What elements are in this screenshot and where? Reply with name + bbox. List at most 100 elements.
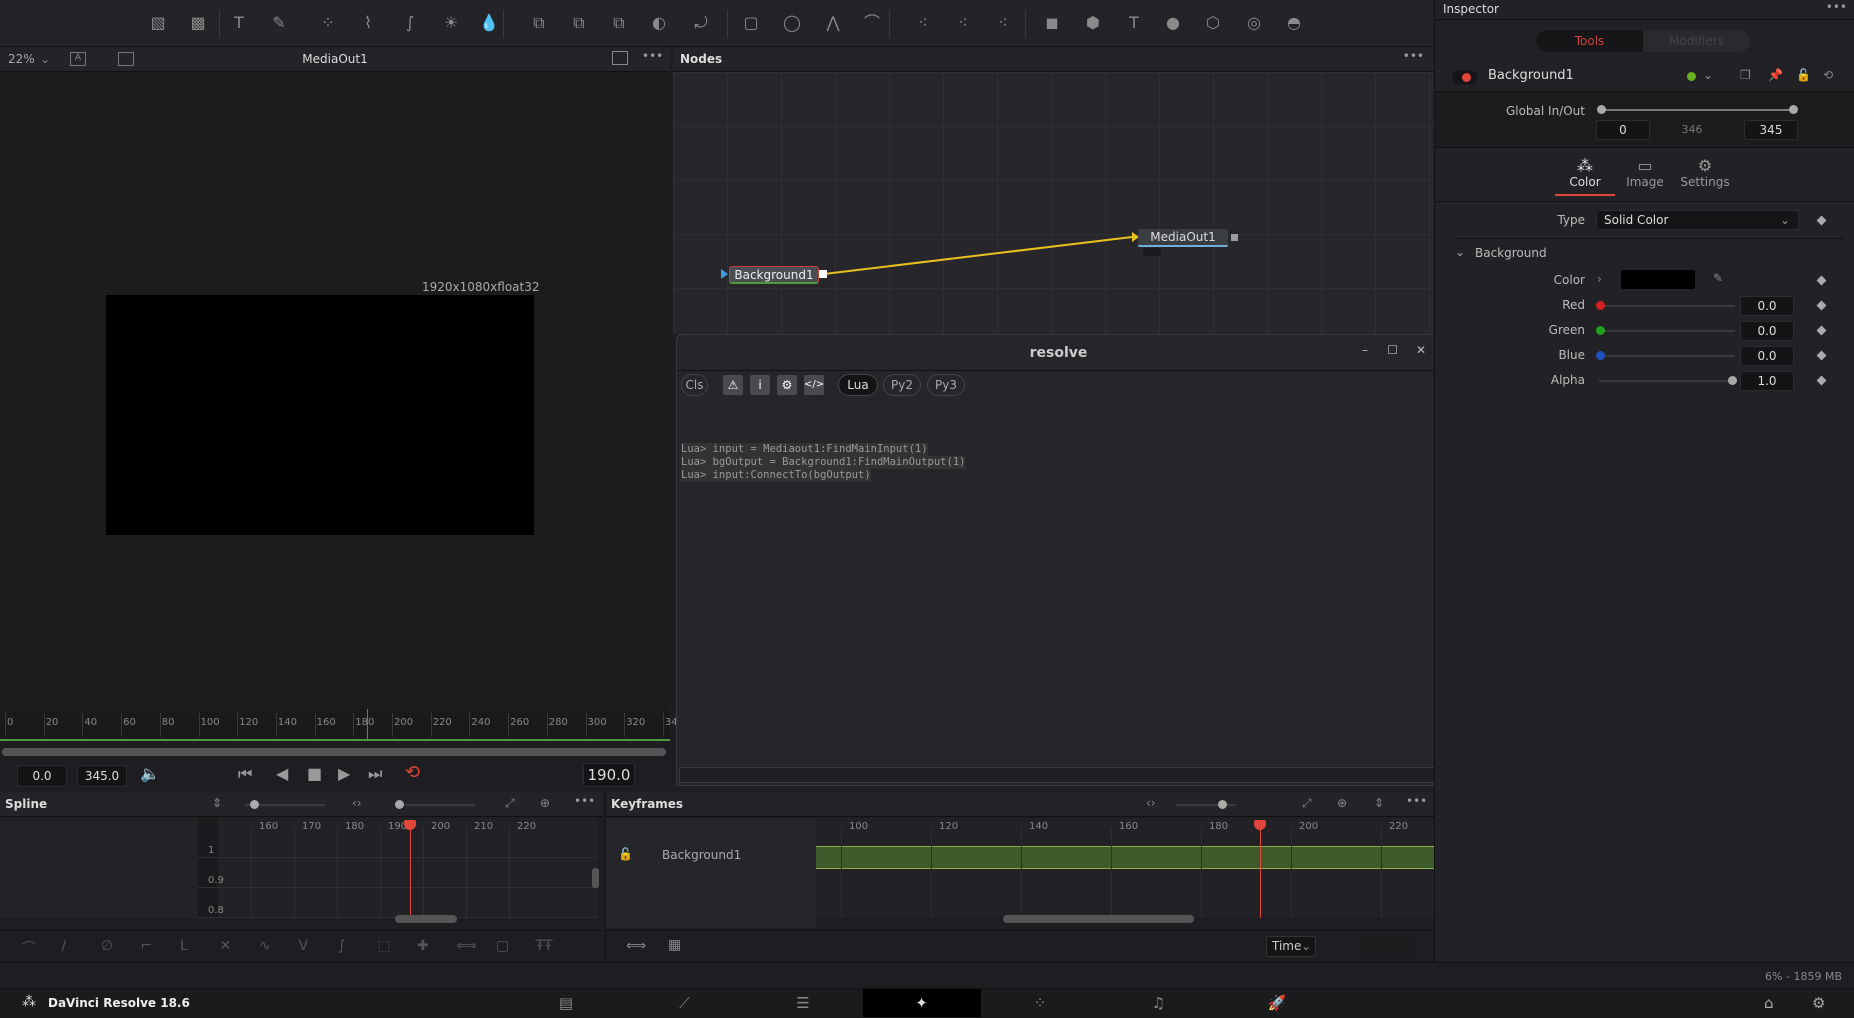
reduce-points-icon[interactable]: ŦŦ [536, 938, 553, 954]
keyframes-timeline[interactable]: 100 120 140 160 180 200 220 [816, 818, 1434, 918]
track-name[interactable]: Background1 [662, 848, 741, 862]
audio-icon[interactable]: 🔈 [140, 764, 160, 783]
red-value[interactable]: 0.0 [1740, 296, 1794, 316]
merge-icon[interactable]: ⧉ [528, 12, 550, 34]
spline-tree[interactable] [0, 818, 198, 918]
transform-icon[interactable]: ⤾ [690, 12, 712, 34]
pimage-icon[interactable]: ⁖ [992, 12, 1014, 34]
blue-value[interactable]: 0.0 [1740, 346, 1794, 366]
background-icon[interactable]: ▧ [147, 12, 169, 34]
vertical-zoom-icon[interactable]: ⇕ [212, 796, 222, 810]
slider-knob[interactable] [1596, 351, 1605, 360]
node-background1[interactable]: Background1 [729, 266, 819, 284]
loop-icon[interactable]: ⟲ [405, 762, 420, 783]
blue-slider[interactable] [1599, 355, 1735, 357]
go-to-start-icon[interactable]: ⏮ [238, 764, 252, 784]
more-icon[interactable]: ••• [642, 49, 663, 63]
global-in-field[interactable]: 0 [1596, 120, 1650, 140]
play-reverse-icon[interactable]: ◀ [276, 764, 288, 783]
slider-knob[interactable] [1596, 326, 1605, 335]
text3d-icon[interactable]: T [1123, 12, 1145, 34]
gear-icon[interactable]: ⚙ [777, 375, 797, 395]
playhead-marker[interactable] [404, 820, 416, 830]
slider-knob[interactable] [1728, 376, 1737, 385]
chevron-down-icon[interactable]: ⌄ [1703, 68, 1713, 82]
cut-page-icon[interactable]: ⟋ [626, 989, 744, 1017]
merge3d-icon[interactable]: ⬢ [1082, 12, 1104, 34]
play-icon[interactable]: ▶ [338, 764, 350, 783]
ellipse-mask-icon[interactable]: ◯ [781, 12, 803, 34]
subtab-color[interactable]: ⁂ Color [1555, 156, 1615, 196]
keyframe-icon[interactable] [1816, 350, 1827, 361]
playhead[interactable] [1260, 826, 1261, 918]
more-icon[interactable]: ••• [1403, 49, 1424, 63]
info-icon[interactable]: i [750, 375, 770, 395]
rectangle-mask-icon[interactable]: ▢ [740, 12, 762, 34]
chevron-down-icon[interactable]: ⌄ [1455, 245, 1465, 259]
time-stretch-icon[interactable]: ⟺ [457, 938, 477, 954]
home-icon[interactable]: ⌂ [1764, 994, 1774, 1012]
time-mode-dropdown[interactable]: Time ⌄ [1266, 936, 1316, 957]
versions-icon[interactable]: ❐ [1740, 68, 1751, 82]
timeline-scrollbar[interactable] [2, 748, 666, 756]
global-range-slider[interactable] [1599, 109, 1793, 111]
section-background[interactable]: Background [1475, 246, 1547, 260]
add-point-icon[interactable]: ✚ [417, 938, 429, 954]
zoom-icon[interactable]: ⊕ [540, 796, 550, 810]
more-icon[interactable]: ••• [1826, 0, 1847, 14]
camera3d-icon[interactable]: ⬡ [1202, 12, 1224, 34]
out-handle[interactable] [1789, 105, 1798, 114]
slider-knob[interactable] [1218, 800, 1227, 809]
more-icon[interactable]: ••• [1406, 794, 1427, 808]
time-stretch-icon[interactable]: ⟺ [626, 938, 646, 954]
pemitter-icon[interactable]: ⁖ [912, 12, 934, 34]
fast-noise-icon[interactable]: ▩ [187, 12, 209, 34]
keyframe-bar[interactable] [816, 846, 1434, 869]
keyframe-icon[interactable] [1816, 275, 1827, 286]
console-output[interactable]: Lua> input = Mediaout1:FindMainInput(1) … [681, 443, 1436, 743]
keyframes-scrollbar[interactable] [1003, 915, 1194, 923]
lang-py3[interactable]: Py3 [927, 374, 965, 396]
lock-icon[interactable]: 🔓 [618, 847, 633, 861]
slider-knob[interactable] [250, 800, 259, 809]
subtab-image[interactable]: ▭ Image [1615, 156, 1675, 189]
playhead[interactable] [410, 826, 411, 918]
red-slider[interactable] [1599, 305, 1735, 307]
lock-icon[interactable]: 🔓 [1796, 68, 1811, 82]
close-button[interactable]: ✕ [1416, 343, 1426, 357]
green-value[interactable]: 0.0 [1740, 321, 1794, 341]
stop-icon[interactable]: ■ [307, 764, 322, 783]
console-input[interactable] [679, 767, 1438, 783]
media-page-icon[interactable]: ▤ [507, 989, 625, 1017]
node-mediaout1[interactable]: MediaOut1 [1138, 229, 1228, 247]
renderer3d-icon[interactable]: ● [1162, 12, 1184, 34]
lang-lua[interactable]: Lua [838, 374, 878, 396]
start-frame[interactable]: 0.0 [17, 765, 67, 787]
zoom-icon[interactable]: ⊕ [1337, 796, 1347, 810]
step-out-icon[interactable]: L [180, 938, 188, 954]
green-slider[interactable] [1599, 330, 1735, 332]
bounce-icon[interactable]: ∫ [338, 938, 345, 954]
tab-tools[interactable]: Tools [1536, 30, 1643, 52]
split-view-icon[interactable] [612, 51, 628, 65]
color-curves-icon[interactable]: ⌇ [357, 12, 379, 34]
output-port[interactable] [1231, 234, 1238, 241]
color-corrector-icon[interactable]: ∫ [399, 12, 421, 34]
loop-icon[interactable]: V [299, 938, 309, 954]
keyframe-icon[interactable] [1816, 375, 1827, 386]
output-port[interactable] [819, 270, 827, 278]
more-icon[interactable]: ••• [574, 794, 595, 808]
linear-icon[interactable]: / [62, 938, 67, 954]
spline-scrollbar[interactable] [395, 915, 457, 923]
lang-py2[interactable]: Py2 [883, 374, 921, 396]
global-out-field[interactable]: 345 [1744, 120, 1798, 140]
paint-icon[interactable]: ✎ [268, 12, 290, 34]
slider-knob[interactable] [395, 800, 404, 809]
brightness-contrast-icon[interactable]: ☀ [440, 12, 462, 34]
type-dropdown[interactable]: Solid Color ⌄ [1596, 210, 1799, 230]
node-graph[interactable]: Background1 MediaOut1 [673, 72, 1434, 334]
horizontal-zoom-icon[interactable]: ‹› [1146, 796, 1156, 810]
polygon-mask-icon[interactable]: ⋀ [822, 12, 844, 34]
color-page-icon[interactable]: ⁘ [981, 989, 1099, 1017]
keyframe-icon[interactable] [1816, 215, 1827, 226]
